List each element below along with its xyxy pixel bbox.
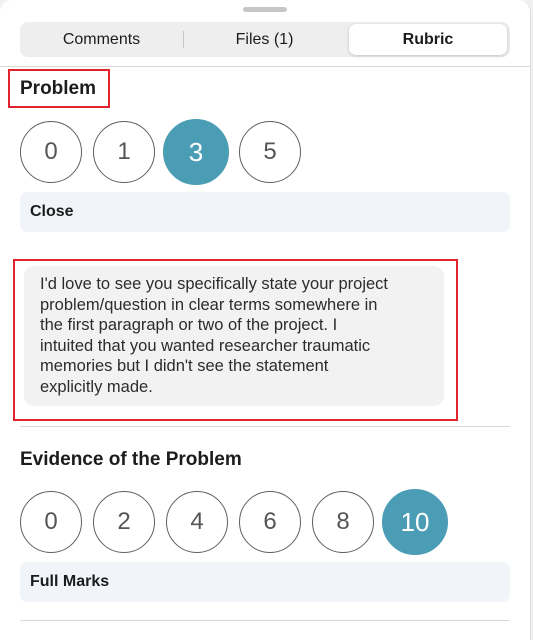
score-option-evidence-2[interactable]: 2 <box>93 491 155 553</box>
rubric-sheet: Comments Files (1) Rubric Problem 0 1 3 … <box>0 0 531 640</box>
criterion-divider <box>20 426 510 427</box>
tab-rubric[interactable]: Rubric <box>349 24 507 55</box>
criterion-title-problem: Problem <box>20 78 97 99</box>
score-option-problem-1[interactable]: 1 <box>93 121 155 183</box>
tab-comments[interactable]: Comments <box>20 22 183 57</box>
level-description-evidence: Full Marks <box>20 562 510 602</box>
score-option-problem-0[interactable]: 0 <box>20 121 82 183</box>
score-option-evidence-8[interactable]: 8 <box>312 491 374 553</box>
comment-bubble-problem: I'd love to see you specifically state y… <box>24 266 444 406</box>
tab-files[interactable]: Files (1) <box>183 22 346 57</box>
header-divider <box>0 66 531 67</box>
level-label-evidence: Full Marks <box>30 573 110 590</box>
tab-segmented-control: Comments Files (1) Rubric <box>20 22 510 57</box>
score-option-evidence-10-selected[interactable]: 10 <box>382 489 448 555</box>
score-option-evidence-4[interactable]: 4 <box>166 491 228 553</box>
score-option-evidence-6[interactable]: 6 <box>239 491 301 553</box>
sheet-grabber-handle[interactable] <box>243 7 287 12</box>
score-option-evidence-0[interactable]: 0 <box>20 491 82 553</box>
level-description-problem: Close <box>20 192 510 232</box>
score-option-problem-3-selected[interactable]: 3 <box>163 119 229 185</box>
criterion-title-evidence: Evidence of the Problem <box>20 449 242 470</box>
comment-text-problem: I'd love to see you specifically state y… <box>40 275 388 396</box>
score-option-problem-5[interactable]: 5 <box>239 121 301 183</box>
level-label-problem: Close <box>30 203 74 220</box>
criterion-divider-bottom <box>20 620 510 621</box>
